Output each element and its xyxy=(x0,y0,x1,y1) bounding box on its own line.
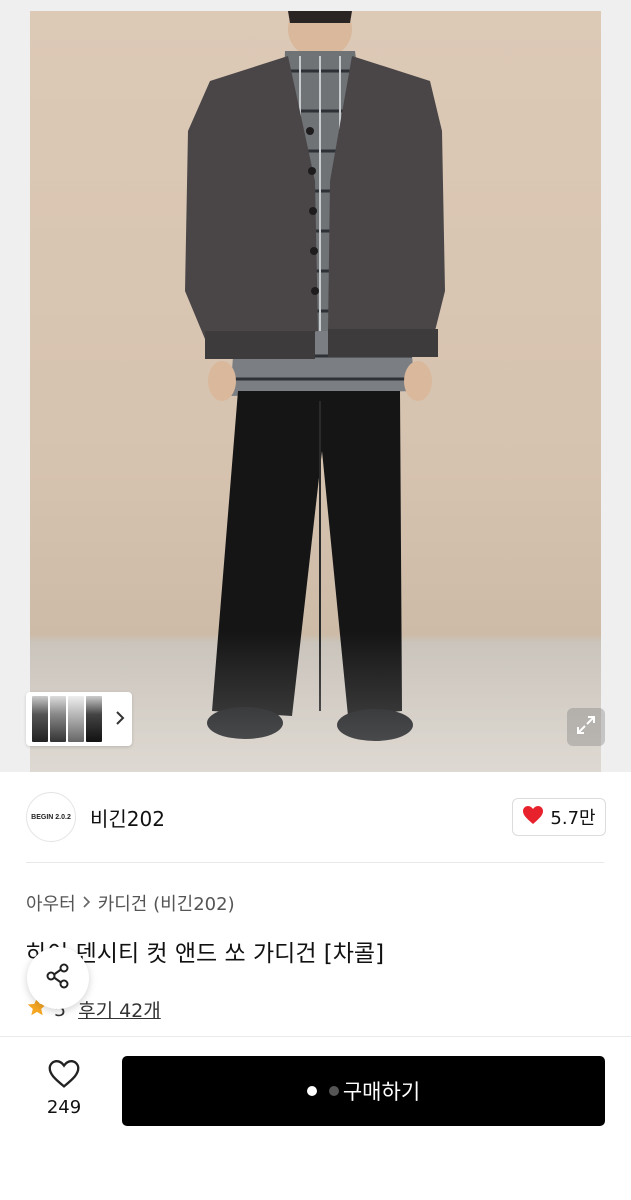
review-link[interactable]: 후기 42개 xyxy=(78,996,161,1023)
product-photo[interactable] xyxy=(30,11,601,772)
thumbnail-3[interactable] xyxy=(68,696,84,742)
thumbnail-strip[interactable] xyxy=(26,692,132,746)
product-gallery[interactable] xyxy=(0,0,631,772)
share-icon xyxy=(44,962,72,994)
loading-dot xyxy=(328,1086,339,1096)
brand-logo-text: BEGIN 2.0.2 xyxy=(31,813,71,821)
expand-button[interactable] xyxy=(567,708,605,746)
wishlist-count: 249 xyxy=(46,1097,82,1118)
chevron-right-icon xyxy=(82,893,92,914)
wishlist-button[interactable]: 249 xyxy=(28,1059,100,1118)
breadcrumb-subcategory[interactable]: 카디건 (비긴202) xyxy=(98,890,235,916)
buy-button-label: 구매하기 xyxy=(342,1080,421,1104)
heart-filled-icon xyxy=(522,805,544,830)
bottom-action-bar: 249 구매하기 xyxy=(0,1036,631,1200)
loading-dot xyxy=(306,1086,317,1096)
brand-like-button[interactable]: 5.7만 xyxy=(512,798,606,836)
brand-like-count: 5.7만 xyxy=(550,808,596,829)
divider xyxy=(26,862,604,863)
thumbnail-1[interactable] xyxy=(32,696,48,742)
buy-button[interactable]: 구매하기 xyxy=(122,1056,605,1126)
thumbnail-2[interactable] xyxy=(50,696,66,742)
brand-name[interactable]: 비긴202 xyxy=(90,803,165,832)
share-button[interactable] xyxy=(27,947,89,1009)
brand-logo[interactable]: BEGIN 2.0.2 xyxy=(26,792,76,842)
heart-outline-icon xyxy=(48,1059,80,1093)
brand-row: BEGIN 2.0.2 비긴202 5.7만 xyxy=(26,790,606,844)
breadcrumb-category[interactable]: 아우터 xyxy=(26,890,76,916)
thumbnail-4[interactable] xyxy=(86,696,102,742)
breadcrumb: 아우터 카디건 (비긴202) xyxy=(26,890,235,916)
chevron-right-icon[interactable] xyxy=(114,710,126,729)
expand-icon xyxy=(576,715,596,739)
loading-indicator xyxy=(306,1086,339,1096)
